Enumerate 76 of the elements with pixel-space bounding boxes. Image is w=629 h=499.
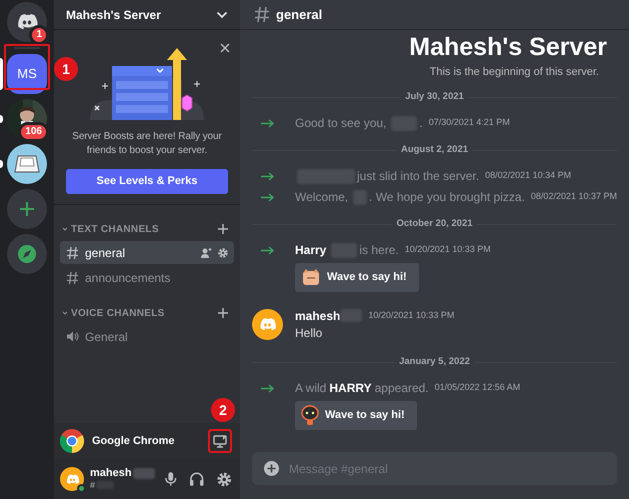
caret-icon (62, 226, 68, 232)
activity-name: Google Chrome (92, 434, 176, 449)
date-divider: October 20, 2021 (395, 217, 474, 232)
levels-perks-button[interactable]: See Levels & Perks (66, 169, 228, 194)
wave-button[interactable]: Wave to say hi! (295, 262, 419, 292)
join-arrow-icon (261, 192, 275, 202)
chrome-logo-icon (60, 429, 84, 453)
unread-badge: 106 (18, 122, 49, 142)
timestamp: 01/05/2022 12:56 AM (434, 381, 520, 394)
caret-icon (62, 310, 68, 316)
close-icon[interactable] (220, 43, 230, 53)
welcome-subtitle: This is the beginning of this server. (430, 65, 600, 80)
explore-button[interactable] (7, 234, 47, 274)
timestamp: 07/30/2021 4:21 PM (428, 116, 510, 130)
server-icon[interactable]: MS (7, 54, 47, 94)
wave-button[interactable]: Wave to say hi! (295, 400, 417, 430)
message-text: . We hope you brought pizza. (369, 189, 525, 206)
highlight-frame (4, 44, 50, 90)
timestamp: 10/20/2021 10:33 PM (368, 308, 454, 322)
discord-logo-icon (64, 472, 80, 486)
message-text: . (419, 115, 423, 132)
headphones-icon[interactable] (189, 471, 205, 487)
member-name[interactable]: HARRY (329, 379, 372, 397)
hashtag-icon (254, 6, 270, 23)
timestamp: 08/02/2021 10:37 PM (530, 190, 617, 204)
compass-icon (17, 244, 37, 264)
message-text: is here. (359, 242, 399, 259)
add-attachment-icon[interactable] (264, 461, 279, 476)
channel-item[interactable]: General (60, 325, 234, 348)
username: mahesh (90, 467, 132, 479)
speaker-icon (66, 330, 79, 343)
date-divider: August 2, 2021 (400, 143, 470, 158)
add-member-icon[interactable] (201, 248, 212, 258)
monitor-icon (213, 434, 227, 448)
user-tag: # (90, 479, 96, 491)
message-text: A wild (295, 380, 326, 397)
cat-sticker-icon (301, 268, 321, 286)
blurred-text (132, 468, 155, 478)
channel-title: general (276, 6, 322, 24)
channel-item[interactable]: announcements (60, 266, 234, 289)
add-server-button[interactable] (7, 189, 47, 229)
category-header[interactable]: VOICE CHANNELS (62, 306, 165, 320)
date-divider: January 5, 2022 (398, 355, 471, 370)
avatar[interactable] (60, 467, 84, 491)
join-arrow-icon (261, 384, 275, 392)
category-header[interactable]: TEXT CHANNELS (62, 222, 159, 236)
hashtag-icon (66, 246, 79, 260)
message-text: just slid into the server. (357, 168, 480, 185)
microphone-icon[interactable] (164, 471, 178, 487)
message-text: Welcome, (295, 189, 348, 206)
join-arrow-icon (261, 246, 275, 254)
join-arrow-icon (261, 118, 275, 128)
plus-icon (18, 200, 36, 218)
robot-sticker-icon (301, 405, 319, 425)
author-name[interactable]: mahesh (295, 306, 340, 324)
message-text: Good to see you, (295, 115, 386, 132)
plus-icon[interactable] (218, 308, 228, 318)
boost-message: Server Boosts are here! Rally your friends to boost your server. (71, 130, 223, 158)
join-arrow-icon (261, 172, 275, 180)
timestamp: 10/20/2021 10:33 PM (404, 243, 491, 256)
server-icon[interactable] (7, 144, 47, 184)
welcome-title: Mahesh's Server (409, 32, 607, 62)
settings-icon[interactable] (216, 472, 231, 486)
avatar[interactable] (252, 308, 283, 340)
chevron-down-icon (216, 10, 228, 18)
member-name[interactable]: Harry (295, 241, 326, 259)
screen-share-button[interactable] (208, 429, 232, 453)
settings-icon[interactable] (218, 248, 228, 258)
plus-icon[interactable] (218, 224, 228, 234)
channel-item[interactable]: general (60, 241, 234, 264)
date-divider: July 30, 2021 (404, 90, 465, 104)
message-text: appeared. (374, 380, 429, 397)
message-text: Hello (295, 324, 324, 342)
server-name[interactable]: Mahesh's Server (66, 6, 161, 24)
hashtag-icon (66, 270, 79, 284)
timestamp: 08/02/2021 10:34 PM (485, 169, 572, 182)
